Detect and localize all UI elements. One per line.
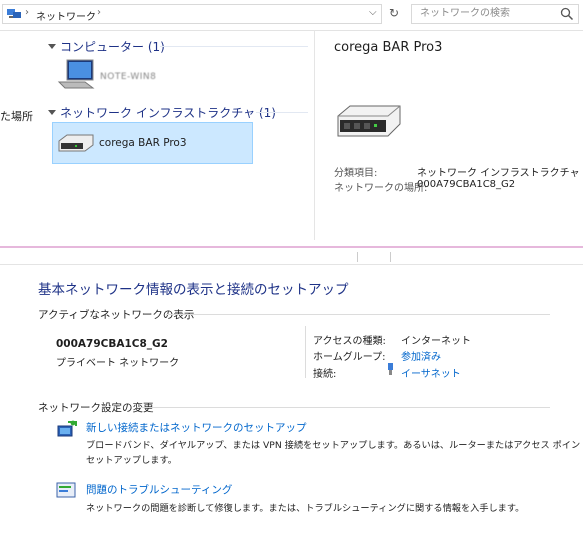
new-connection-link[interactable]: 新しい接続またはネットワークのセットアップ [86, 420, 307, 435]
detail-value: 000A79CBA1C8_G2 [417, 179, 516, 190]
homegroup-label: ホームグループ: [313, 352, 386, 363]
section-heading: ネットワーク設定の変更 [38, 402, 154, 414]
router-name: corega BAR Pro3 [99, 137, 187, 149]
scroll-tick [357, 252, 358, 262]
window-separator [0, 246, 583, 248]
homegroup-link[interactable]: 参加済み [401, 348, 441, 363]
section-divider [166, 314, 550, 315]
group-header-label: コンピューター (1) [60, 40, 165, 54]
ethernet-link[interactable]: イーサネット [401, 365, 461, 380]
collapse-icon[interactable] [48, 44, 56, 49]
detail-label: 分類項目: [334, 168, 378, 179]
details-title: corega BAR Pro3 [334, 40, 443, 55]
breadcrumb-network[interactable]: ネットワーク [36, 8, 96, 23]
group-divider [160, 46, 308, 47]
computer-name: NOTE-WIN8 [100, 72, 157, 82]
new-connection-icon [57, 420, 77, 437]
detail-label: ネットワークの場所: [334, 183, 428, 194]
network-icon [7, 9, 21, 18]
group-header-computers[interactable]: コンピューター (1) [48, 38, 165, 55]
connection-label: 接続: [313, 369, 337, 380]
troubleshoot-link[interactable]: 問題のトラブルシューティング [86, 482, 232, 497]
detail-value: ネットワーク インフラストラクチャ [417, 168, 580, 179]
list-item-computer[interactable]: NOTE-WIN8 [54, 58, 254, 98]
list-item-router[interactable]: corega BAR Pro3 [52, 122, 253, 164]
search-placeholder: ネットワークの検索 [420, 8, 510, 19]
ethernet-icon [388, 363, 393, 375]
details-divider [314, 30, 315, 240]
horizontal-scrollbar[interactable] [0, 250, 583, 265]
section-divider [139, 407, 550, 408]
refresh-icon[interactable]: ↻ [389, 6, 399, 20]
group-header-infrastructure[interactable]: ネットワーク インフラストラクチャ (1) [48, 104, 276, 121]
page-title: 基本ネットワーク情報の表示と接続のセットアップ [38, 282, 349, 298]
access-type-value: インターネット [401, 336, 471, 347]
computer-icon [57, 59, 95, 89]
nav-pane-item[interactable]: た場所 [0, 108, 33, 124]
address-bar: › ネットワーク › ⌵ ↻ ネットワークの検索 [0, 0, 583, 31]
network-name: 000A79CBA1C8_G2 [56, 338, 168, 350]
collapse-icon[interactable] [48, 110, 56, 115]
breadcrumb-chevron-icon[interactable]: › [97, 7, 101, 18]
network-type: プライベート ネットワーク [56, 358, 180, 369]
troubleshoot-icon [56, 482, 76, 498]
access-type-label: アクセスの種類: [313, 336, 386, 347]
address-box[interactable]: › ネットワーク › ⌵ [2, 4, 382, 24]
scroll-tick [390, 252, 391, 262]
new-connection-desc: セットアップします。 [86, 455, 177, 466]
group-divider [256, 112, 308, 113]
router-large-icon [337, 105, 401, 137]
router-icon [58, 134, 94, 152]
new-connection-desc: ブロードバンド、ダイヤルアップ、または VPN 接続をセットアップします。あるい… [86, 440, 583, 451]
info-divider [305, 326, 306, 378]
history-dropdown-icon[interactable]: ⌵ [369, 7, 377, 18]
troubleshoot-desc: ネットワークの問題を診断して修復します。または、トラブルシューティングに関する情… [86, 503, 525, 514]
search-input[interactable]: ネットワークの検索 [411, 4, 579, 24]
search-icon[interactable] [560, 7, 574, 21]
breadcrumb-chevron-icon[interactable]: › [25, 7, 29, 18]
group-header-label: ネットワーク インフラストラクチャ (1) [60, 106, 276, 120]
